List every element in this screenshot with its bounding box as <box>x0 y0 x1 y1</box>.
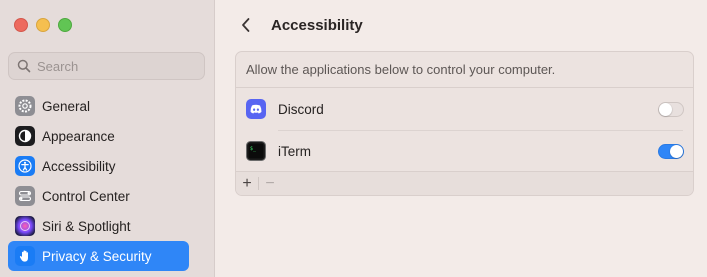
panel-description: Allow the applications below to control … <box>236 52 693 88</box>
sidebar-item-accessibility[interactable]: Accessibility <box>8 151 189 181</box>
sidebar-item-label: Appearance <box>42 128 115 144</box>
toggle-knob <box>659 102 672 116</box>
sidebar-item-label: General <box>42 98 91 114</box>
back-button[interactable] <box>235 13 257 37</box>
remove-app-button[interactable]: − <box>259 173 281 195</box>
search-input[interactable] <box>37 58 187 74</box>
add-app-button[interactable]: + <box>236 173 258 195</box>
page-title: Accessibility <box>271 16 363 34</box>
panel-footer: + − <box>236 171 693 195</box>
gear-icon <box>15 96 35 116</box>
toggle-knob <box>670 144 683 158</box>
sidebar-nav: General Appearance Accessibility Control… <box>8 91 189 271</box>
sidebar: General Appearance <box>0 0 215 277</box>
sidebar-item-label: Privacy & Security <box>42 248 152 264</box>
hand-icon <box>15 246 35 266</box>
sidebar-item-label: Control Center <box>42 188 130 204</box>
zoom-window-button[interactable] <box>58 18 72 32</box>
iterm-toggle[interactable] <box>658 143 684 159</box>
discord-icon <box>246 99 266 119</box>
minimize-window-button[interactable] <box>36 18 50 32</box>
sidebar-item-appearance[interactable]: Appearance <box>8 121 189 151</box>
svg-text:$_: $_ <box>250 146 257 152</box>
sidebar-item-control-center[interactable]: Control Center <box>8 181 189 211</box>
search-field[interactable] <box>8 52 205 80</box>
app-row-iterm: $_ iTerm <box>236 130 693 172</box>
discord-toggle[interactable] <box>658 101 684 117</box>
iterm-icon: $_ <box>246 141 266 161</box>
search-icon <box>17 59 31 73</box>
siri-icon <box>15 216 35 236</box>
sidebar-item-privacy-security[interactable]: Privacy & Security <box>8 241 189 271</box>
sidebar-item-label: Siri & Spotlight <box>42 218 131 234</box>
appearance-icon <box>15 126 35 146</box>
app-name: Discord <box>278 101 324 117</box>
sidebar-item-siri-spotlight[interactable]: Siri & Spotlight <box>8 211 189 241</box>
app-row-discord: Discord <box>236 88 693 130</box>
settings-window: General Appearance <box>0 0 707 277</box>
sidebar-item-general[interactable]: General <box>8 91 189 121</box>
chevron-left-icon <box>242 18 250 32</box>
page-header: Accessibility <box>235 10 363 40</box>
traffic-lights <box>14 18 72 32</box>
control-center-icon <box>15 186 35 206</box>
sidebar-item-label: Accessibility <box>42 158 116 174</box>
app-name: iTerm <box>278 143 311 159</box>
accessibility-icon <box>15 156 35 176</box>
main-content: Accessibility Allow the applications bel… <box>215 0 707 277</box>
close-window-button[interactable] <box>14 18 28 32</box>
app-permissions-panel: Allow the applications below to control … <box>235 51 694 196</box>
